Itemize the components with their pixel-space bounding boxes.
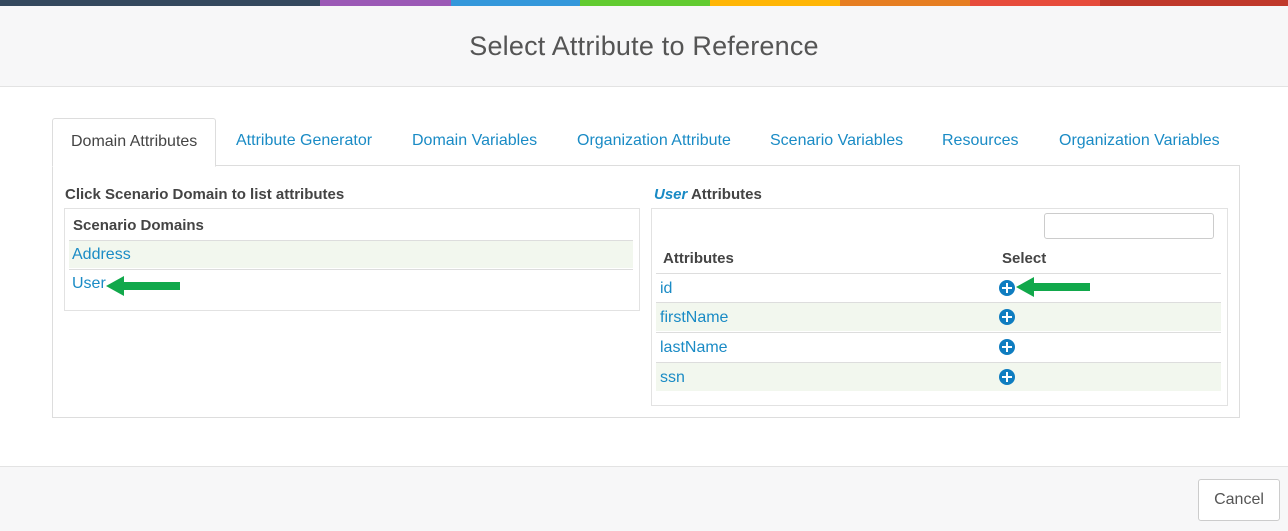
plus-circle-icon[interactable] [999, 339, 1015, 355]
attribute-name[interactable]: lastName [660, 333, 728, 362]
tab-scenario-variables[interactable]: Scenario Variables [770, 118, 903, 165]
attribute-row-lastname: lastName [656, 332, 1221, 361]
tab-attribute-generator[interactable]: Attribute Generator [236, 118, 372, 165]
column-header-select: Select [1002, 250, 1047, 267]
dialog-title: Select Attribute to Reference [469, 30, 819, 61]
tab-organization-variables[interactable]: Organization Variables [1059, 118, 1220, 165]
plus-circle-icon[interactable] [999, 280, 1015, 296]
attribute-row-ssn: ssn [656, 362, 1221, 391]
tab-domain-variables[interactable]: Domain Variables [412, 118, 537, 165]
attribute-name[interactable]: ssn [660, 363, 685, 392]
domains-instruction: Click Scenario Domain to list attributes [65, 186, 345, 203]
attribute-name[interactable]: id [660, 274, 672, 303]
domains-table-header: Scenario Domains [73, 217, 204, 234]
plus-circle-icon[interactable] [999, 309, 1015, 325]
green-left-arrow-icon [106, 276, 180, 296]
attribute-row-firstname: firstName [656, 302, 1221, 331]
attributes-title: User Attributes [654, 186, 762, 203]
attributes-search-input[interactable] [1044, 213, 1214, 239]
dialog-footer [0, 466, 1288, 531]
tab-organization-attribute[interactable]: Organization Attribute [577, 118, 731, 165]
selected-domain-name: User [654, 186, 688, 203]
tab-resources[interactable]: Resources [942, 118, 1018, 165]
column-header-attributes: Attributes [663, 250, 734, 267]
plus-circle-icon[interactable] [999, 369, 1015, 385]
domain-row-address[interactable]: Address [69, 240, 633, 268]
tab-domain-attributes[interactable]: Domain Attributes [52, 118, 217, 167]
attribute-row-id: id [656, 273, 1221, 302]
attribute-name[interactable]: firstName [660, 303, 728, 332]
cancel-button[interactable]: Cancel [1198, 479, 1280, 521]
dialog-header: Select Attribute to Reference [0, 6, 1288, 87]
green-left-arrow-icon [1016, 277, 1090, 297]
attributes-title-suffix: Attributes [687, 186, 762, 203]
